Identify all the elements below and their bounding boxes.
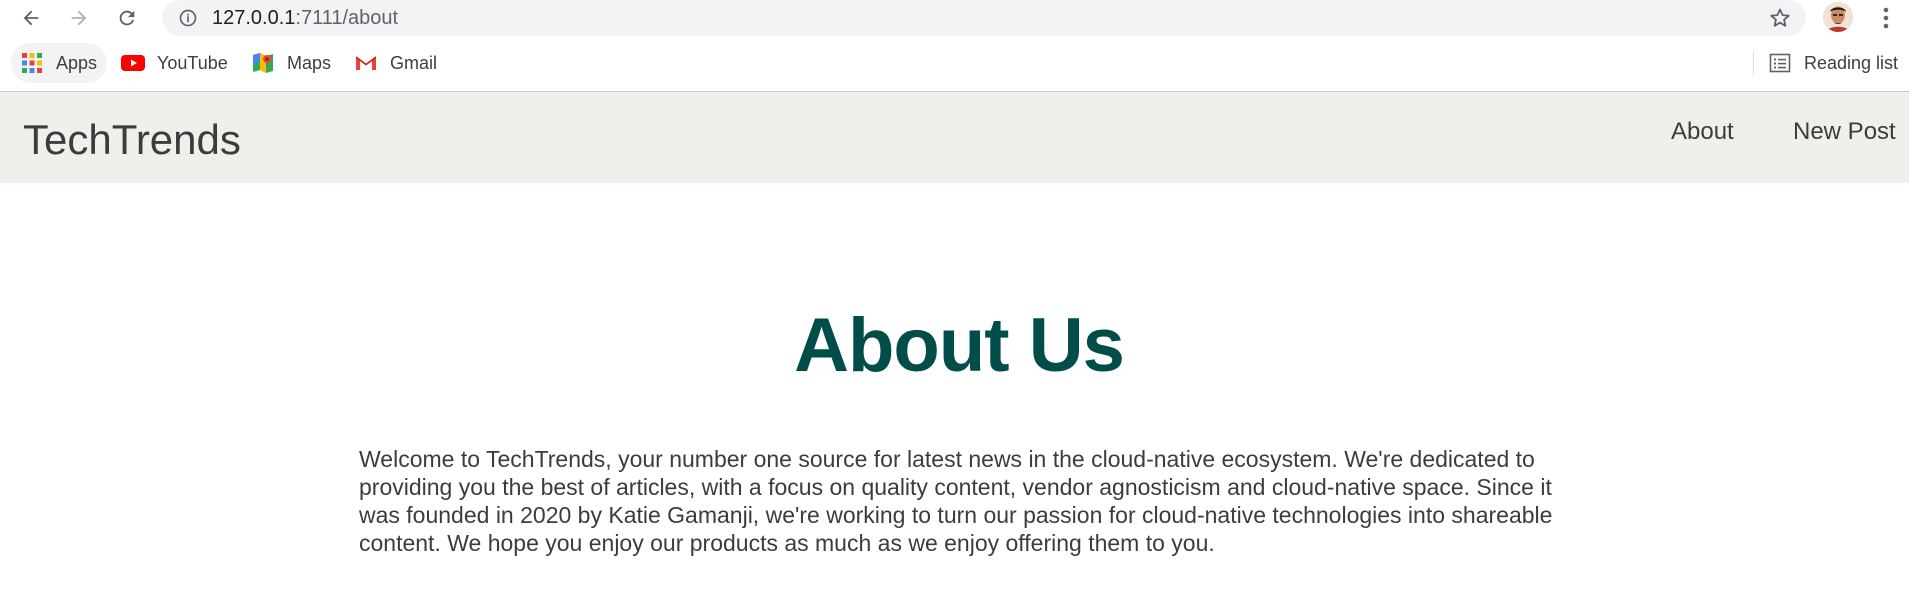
more-vert-icon[interactable]: [1876, 4, 1896, 32]
gmail-icon: [355, 56, 377, 70]
browser-toolbar: 127.0.0.1:7111/about: [0, 0, 1909, 36]
back-button[interactable]: [16, 3, 46, 33]
site-navbar: TechTrends About New Post: [0, 92, 1909, 183]
apps-grid-icon: [22, 53, 42, 73]
bookmark-label: Maps: [287, 52, 332, 73]
bookmark-maps[interactable]: Maps: [251, 43, 331, 83]
address-bar[interactable]: 127.0.0.1:7111/about: [162, 0, 1806, 36]
bookmark-label: Apps: [56, 52, 98, 73]
bookmarks-bar: Apps YouTube Maps Gmail Reading list: [0, 43, 1909, 83]
bookmark-star-icon[interactable]: [1768, 6, 1792, 30]
profile-avatar[interactable]: [1823, 2, 1853, 32]
bookmark-gmail[interactable]: Gmail: [354, 43, 437, 83]
url-host: 127.0.0.1: [212, 7, 296, 29]
arrow-right-icon: [71, 10, 87, 26]
bookmark-label: Gmail: [390, 52, 438, 73]
bookmark-youtube[interactable]: YouTube: [121, 43, 228, 83]
reading-list-label: Reading list: [1804, 52, 1899, 73]
avatar-icon: [1823, 2, 1853, 32]
reading-list-button[interactable]: Reading list: [1768, 43, 1898, 83]
page-title: About Us: [794, 303, 1125, 388]
url-text[interactable]: 127.0.0.1:7111/about: [212, 7, 398, 30]
about-paragraph: Welcome to TechTrends, your number one s…: [359, 446, 1553, 556]
url-path: :7111/about: [295, 7, 399, 29]
bookmark-label: YouTube: [157, 52, 228, 73]
info-icon[interactable]: [178, 8, 198, 28]
bookmark-apps[interactable]: Apps: [11, 43, 108, 83]
reload-button[interactable]: [112, 3, 142, 33]
maps-icon: [253, 53, 273, 73]
arrow-left-icon: [23, 10, 39, 26]
bookmarks-separator: [1753, 51, 1754, 75]
reading-list-icon: [1769, 53, 1791, 73]
forward-button[interactable]: [64, 3, 94, 33]
youtube-icon: [121, 55, 145, 71]
reload-icon: [119, 10, 135, 26]
nav-link-about[interactable]: About: [1671, 118, 1734, 146]
nav-link-new-post[interactable]: New Post: [1793, 118, 1896, 146]
site-brand[interactable]: TechTrends: [23, 116, 241, 164]
